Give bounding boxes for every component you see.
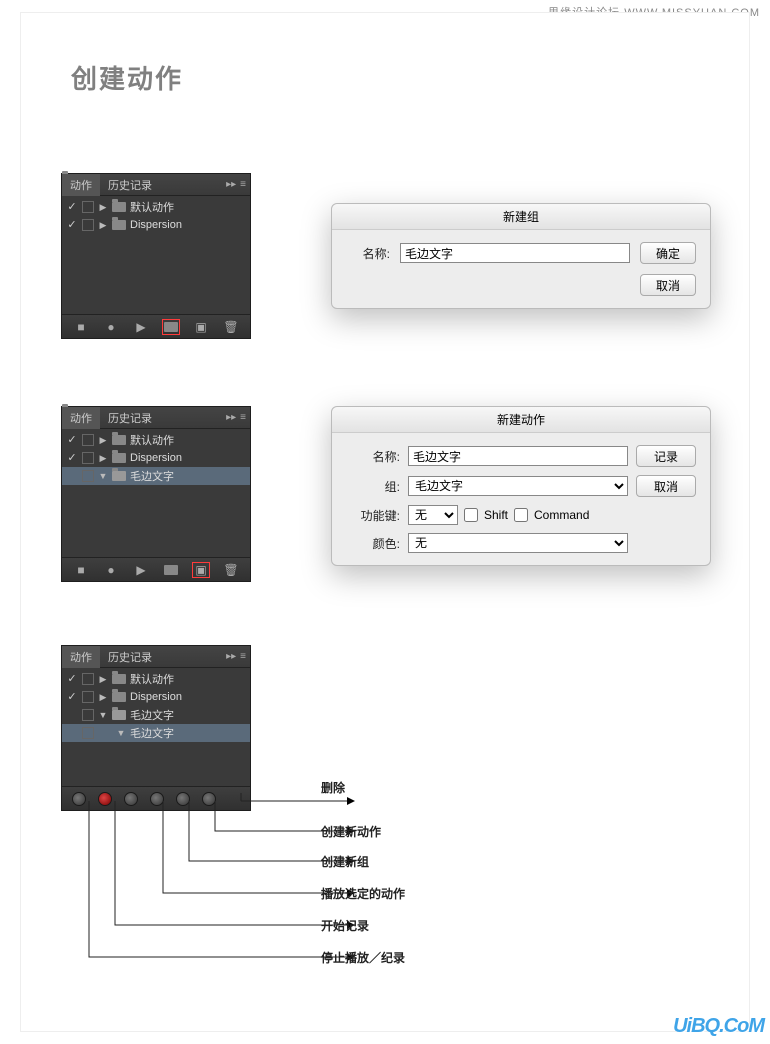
menu-icon[interactable]: ≡ bbox=[240, 651, 246, 662]
callout-delete: 删除 bbox=[321, 779, 345, 796]
page-title: 创建动作 bbox=[71, 59, 183, 96]
group-select[interactable]: 毛边文字 bbox=[408, 476, 628, 496]
check-icon: ✓ bbox=[66, 219, 78, 231]
tab-actions[interactable]: 动作 bbox=[62, 174, 100, 196]
callout-play: 播放选定的动作 bbox=[321, 885, 405, 902]
command-checkbox[interactable] bbox=[514, 508, 528, 522]
action-label: 默认动作 bbox=[130, 671, 174, 687]
tab-history[interactable]: 历史记录 bbox=[100, 407, 160, 429]
action-row[interactable]: ✓ ▶ 默认动作 bbox=[62, 198, 250, 216]
page-frame: 创建动作 动作 历史记录 ▸▸ ≡ ✓ ▶ 默认动作 ✓ ▶ Dispersion ■ ●… bbox=[20, 12, 750, 1032]
dialog-title: 新建动作 bbox=[332, 407, 710, 433]
tab-actions[interactable]: 动作 bbox=[62, 407, 100, 429]
new-action-dialog: 新建动作 名称: 记录 组: 毛边文字 取消 功能键: 无 Shift Comm… bbox=[331, 406, 711, 566]
action-row-selected[interactable]: ▼毛边文字 bbox=[62, 467, 250, 485]
actions-panel-3: 动作 历史记录 ▸▸ ≡ ✓▶默认动作 ✓▶Dispersion ▼毛边文字 ▼毛… bbox=[61, 645, 251, 811]
ok-button[interactable]: 确定 bbox=[640, 242, 696, 264]
shift-label: Shift bbox=[484, 508, 508, 522]
folder-icon bbox=[112, 202, 126, 212]
callout-new-group: 创建新组 bbox=[321, 853, 369, 870]
tab-actions[interactable]: 动作 bbox=[62, 646, 100, 668]
folder-icon bbox=[112, 220, 126, 230]
new-group-icon[interactable] bbox=[162, 562, 180, 578]
collapse-icon[interactable]: ▸▸ bbox=[226, 179, 236, 190]
action-label: 默认动作 bbox=[130, 199, 174, 215]
action-label: 毛边文字 bbox=[130, 707, 174, 723]
action-row-selected[interactable]: ▼毛边文字 bbox=[62, 724, 250, 742]
action-label: 默认动作 bbox=[130, 432, 174, 448]
action-row[interactable]: ✓▶Dispersion bbox=[62, 449, 250, 467]
color-label: 颜色: bbox=[346, 535, 400, 552]
new-action-icon[interactable]: ▣ bbox=[192, 562, 210, 578]
stop-icon[interactable]: ■ bbox=[72, 562, 90, 578]
collapse-icon[interactable]: ▸▸ bbox=[226, 651, 236, 662]
dialog-toggle[interactable] bbox=[82, 219, 94, 231]
play-icon[interactable]: ▶ bbox=[132, 319, 150, 335]
shift-checkbox[interactable] bbox=[464, 508, 478, 522]
new-group-dialog: 新建组 名称: 确定 取消 bbox=[331, 203, 711, 309]
action-label: Dispersion bbox=[130, 452, 182, 464]
action-row[interactable]: ✓ ▶ Dispersion bbox=[62, 216, 250, 234]
action-label: 毛边文字 bbox=[130, 468, 174, 484]
group-label: 组: bbox=[346, 478, 400, 495]
fn-select[interactable]: 无 bbox=[408, 505, 458, 525]
name-label: 名称: bbox=[346, 448, 400, 465]
action-label: Dispersion bbox=[130, 691, 182, 703]
action-row[interactable]: ✓▶Dispersion bbox=[62, 688, 250, 706]
check-icon: ✓ bbox=[66, 201, 78, 213]
actions-panel-2: 动作 历史记录 ▸▸≡ ✓▶默认动作 ✓▶Dispersion ▼毛边文字 ■ … bbox=[61, 406, 251, 582]
watermark: UiBQ.CoM bbox=[673, 1015, 764, 1038]
expand-icon[interactable]: ▶ bbox=[98, 202, 108, 213]
cancel-button[interactable]: 取消 bbox=[640, 274, 696, 296]
actions-panel-1: 动作 历史记录 ▸▸ ≡ ✓ ▶ 默认动作 ✓ ▶ Dispersion ■ ● ▶ ▣ … bbox=[61, 173, 251, 339]
dialog-title: 新建组 bbox=[332, 204, 710, 230]
new-action-icon[interactable]: ▣ bbox=[192, 319, 210, 335]
record-icon[interactable]: ● bbox=[102, 562, 120, 578]
action-label: 毛边文字 bbox=[130, 725, 174, 741]
color-select[interactable]: 无 bbox=[408, 533, 628, 553]
dialog-toggle[interactable] bbox=[82, 201, 94, 213]
action-row[interactable]: ▼毛边文字 bbox=[62, 706, 250, 724]
play-icon[interactable]: ▶ bbox=[132, 562, 150, 578]
panel-footer: ■ ● ▶ ▣ 🗑 bbox=[62, 314, 250, 338]
panel-tabs: 动作 历史记录 ▸▸ ≡ bbox=[62, 407, 250, 429]
fn-row: 无 Shift Command bbox=[408, 505, 628, 525]
name-input[interactable] bbox=[408, 446, 628, 466]
callout-stop: 停止播放／纪录 bbox=[321, 949, 405, 966]
action-label: Dispersion bbox=[130, 219, 182, 231]
action-row[interactable]: ✓▶默认动作 bbox=[62, 670, 250, 688]
panel-body: ✓ ▶ 默认动作 ✓ ▶ Dispersion bbox=[62, 196, 250, 314]
record-button[interactable]: 记录 bbox=[636, 445, 696, 467]
fn-label: 功能键: bbox=[346, 507, 400, 524]
panel-tabs: 动作 历史记录 ▸▸ ≡ bbox=[62, 646, 250, 668]
callout-lines bbox=[61, 793, 761, 1033]
menu-icon[interactable]: ≡ bbox=[240, 412, 246, 423]
expand-icon[interactable]: ▶ bbox=[98, 220, 108, 231]
tab-history[interactable]: 历史记录 bbox=[100, 174, 160, 196]
tab-history[interactable]: 历史记录 bbox=[100, 646, 160, 668]
name-label: 名称: bbox=[346, 245, 390, 262]
collapse-icon[interactable]: ▸▸ bbox=[226, 412, 236, 423]
trash-icon[interactable]: 🗑 bbox=[222, 562, 240, 578]
action-row[interactable]: ✓▶默认动作 bbox=[62, 431, 250, 449]
record-icon[interactable]: ● bbox=[102, 319, 120, 335]
trash-icon[interactable]: 🗑 bbox=[222, 319, 240, 335]
command-label: Command bbox=[534, 508, 589, 522]
panel-controls: ▸▸ ≡ bbox=[226, 179, 250, 190]
cancel-button[interactable]: 取消 bbox=[636, 475, 696, 497]
stop-icon[interactable]: ■ bbox=[72, 319, 90, 335]
new-group-icon[interactable] bbox=[162, 319, 180, 335]
name-input[interactable] bbox=[400, 243, 630, 263]
callout-new-action: 创建新动作 bbox=[321, 823, 381, 840]
callout-record: 开始记录 bbox=[321, 917, 369, 934]
menu-icon[interactable]: ≡ bbox=[240, 179, 246, 190]
panel-tabs: 动作 历史记录 ▸▸ ≡ bbox=[62, 174, 250, 196]
